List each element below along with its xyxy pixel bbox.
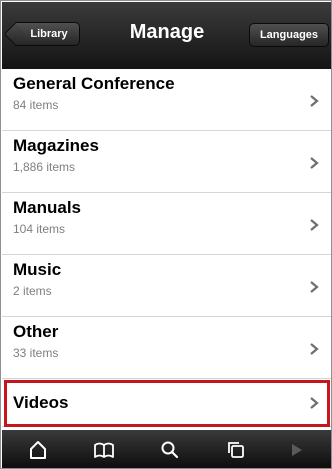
list-item-count: 84 items <box>13 98 59 112</box>
list-item-general-conference[interactable]: General Conference 84 items <box>2 69 331 131</box>
list-item-title: Manuals <box>13 198 82 217</box>
search-icon <box>161 441 179 458</box>
list-item-title: Magazines <box>13 136 99 155</box>
chevron-right-icon <box>310 157 319 169</box>
chevron-right-icon <box>310 281 319 293</box>
list-item-title: Music <box>13 260 62 279</box>
play-icon <box>292 443 302 456</box>
list-item-title: Videos <box>13 393 69 412</box>
back-arrow-shape <box>3 22 27 46</box>
list-item-videos[interactable]: Videos <box>2 379 331 427</box>
tab-bar <box>2 430 331 468</box>
copy-icon <box>228 441 244 458</box>
languages-button[interactable]: Languages <box>249 23 329 47</box>
tab-home[interactable] <box>9 430 67 468</box>
library-back-label: Library <box>30 28 68 40</box>
app-frame: Library Manage Languages General Confere… <box>0 0 332 469</box>
list-item-other[interactable]: Other 33 items <box>2 317 331 379</box>
list-item-count: 1,886 items <box>13 160 76 174</box>
tab-library[interactable] <box>75 430 133 468</box>
list-item-magazines[interactable]: Magazines 1,886 items <box>2 131 331 193</box>
list-item-count: 2 items <box>13 284 52 298</box>
chevron-right-icon <box>310 343 319 355</box>
home-icon <box>30 440 46 459</box>
list-item-title: Other <box>13 322 59 341</box>
chevron-right-icon <box>310 219 319 231</box>
list-item-manuals[interactable]: Manuals 104 items <box>2 193 331 255</box>
tab-windows[interactable] <box>207 430 265 468</box>
chevron-right-icon <box>310 95 319 107</box>
list-item-title: General Conference <box>13 74 175 93</box>
chevron-right-icon <box>310 397 319 409</box>
tab-search[interactable] <box>141 430 199 468</box>
list-item-music[interactable]: Music 2 items <box>2 255 331 317</box>
tab-play[interactable] <box>267 430 325 468</box>
book-icon <box>94 442 114 458</box>
manage-list: General Conference 84 items Magazines 1,… <box>2 69 331 427</box>
navigation-bar: Library Manage Languages <box>2 2 331 69</box>
library-back-button[interactable]: Library <box>3 22 80 46</box>
list-item-count: 104 items <box>13 222 66 236</box>
list-item-count: 33 items <box>13 346 59 360</box>
